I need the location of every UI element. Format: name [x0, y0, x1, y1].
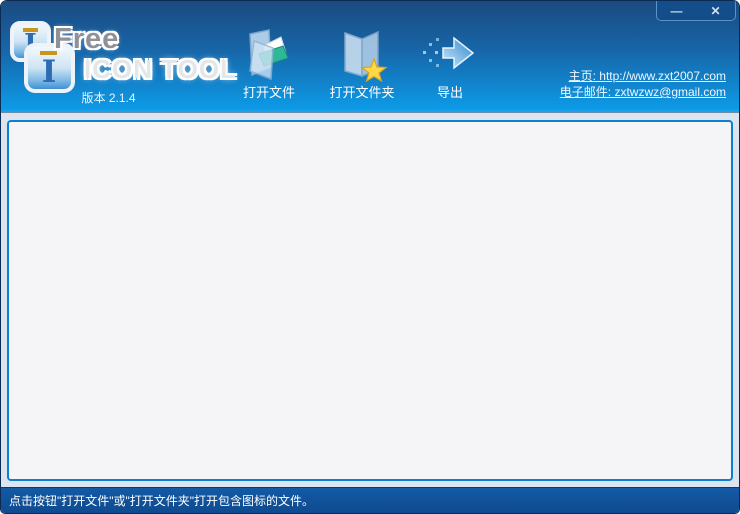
email-link[interactable]: 电子邮件: zxtwzwz@gmail.com — [560, 84, 726, 100]
app-title-icon-tool: ICON TOOL — [84, 54, 237, 84]
app-window: I I Free ICON TOOL 版本 2.1.4 打开文件 — [0, 0, 740, 514]
icon-list-panel[interactable] — [7, 120, 733, 481]
app-title-free: Free — [54, 23, 120, 55]
open-folder-icon — [336, 25, 388, 82]
open-folder-label: 打开文件夹 — [329, 85, 395, 100]
export-label: 导出 — [436, 85, 463, 100]
homepage-link[interactable]: 主页: http://www.zxt2007.com — [560, 68, 726, 84]
external-links: 主页: http://www.zxt2007.com 电子邮件: zxtwzwz… — [560, 68, 726, 100]
export-button[interactable]: 导出 — [413, 25, 487, 103]
version-label: 版本 2.1.4 — [81, 91, 136, 105]
window-controls: — ✕ — [656, 1, 736, 21]
close-button[interactable]: ✕ — [696, 1, 735, 20]
status-bar: 点击按钮"打开文件"或"打开文件夹"打开包含图标的文件。 — [1, 487, 739, 513]
minimize-button[interactable]: — — [657, 1, 696, 20]
svg-text:I: I — [42, 54, 57, 90]
header-separator — [1, 110, 739, 113]
open-folder-button[interactable]: 打开文件夹 — [319, 25, 405, 103]
export-icon — [421, 25, 479, 82]
header-banner: I I Free ICON TOOL 版本 2.1.4 打开文件 — [1, 1, 739, 110]
status-message: 点击按钮"打开文件"或"打开文件夹"打开包含图标的文件。 — [9, 494, 315, 508]
open-file-label: 打开文件 — [242, 85, 295, 100]
open-file-icon — [242, 25, 296, 82]
open-file-button[interactable]: 打开文件 — [229, 25, 309, 103]
